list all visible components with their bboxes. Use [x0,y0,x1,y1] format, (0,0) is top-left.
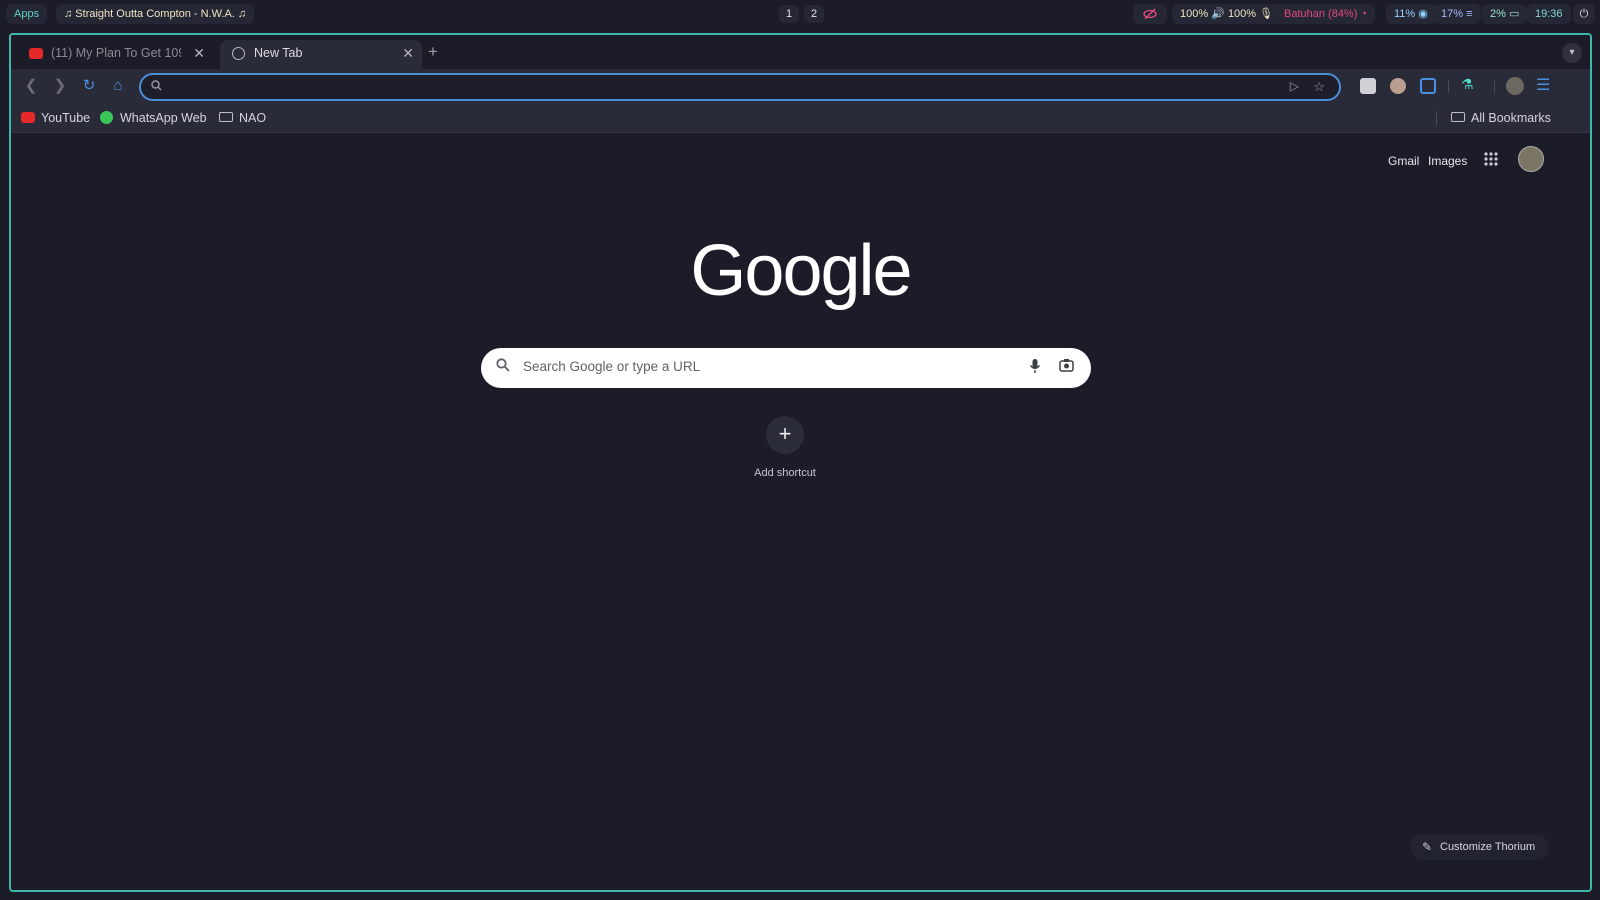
address-bar[interactable]: ▷ ☆ [139,73,1341,101]
tab-youtube[interactable]: (11) My Plan To Get 109 C ✕ [17,40,213,69]
extensions-puzzle-icon[interactable] [1420,78,1436,94]
bookmark-youtube[interactable]: YouTube [21,109,90,127]
new-tab-button[interactable]: + [428,42,438,62]
bookmark-star-icon[interactable]: ☆ [1313,79,1325,95]
close-tab-icon[interactable]: ✕ [402,40,414,67]
customize-label: Customize Thorium [1440,841,1536,853]
customize-thorium-button[interactable]: ✎ Customize Thorium [1410,834,1550,860]
back-button[interactable]: ❮ [21,76,41,96]
profile-avatar[interactable] [1506,77,1524,95]
cpu-indicator: 11% ◉ [1386,4,1436,24]
folder-icon [1451,112,1465,122]
google-apps-icon[interactable] [1481,149,1501,169]
microphone-icon[interactable] [1029,358,1041,378]
clock[interactable]: 19:36 [1527,4,1571,24]
pencil-icon: ✎ [1422,840,1433,854]
eye-off-icon[interactable] [1133,4,1167,24]
send-to-devices-icon[interactable]: ▷ [1290,79,1299,93]
bookmark-label: NAO [239,111,267,125]
battery-indicator: 2% ▭ [1482,4,1528,24]
workspace-1-button[interactable]: 1 [779,5,799,23]
workspace-2-button[interactable]: 2 [804,5,824,23]
browser-window: (11) My Plan To Get 109 C ✕ New Tab ✕ + … [9,33,1592,892]
tab-new-tab[interactable]: New Tab ✕ [220,40,422,69]
google-logo: Google [690,231,912,311]
whatsapp-icon [100,111,113,124]
search-placeholder[interactable]: Search Google or type a URL [523,359,700,374]
google-account-avatar[interactable] [1518,146,1544,172]
add-shortcut-label: Add shortcut [754,467,816,479]
browser-toolbar: ❮ ❯ ↻ ⌂ ▷ ☆ ⚗ ☰ [11,69,1590,103]
media-now-playing[interactable]: ♫ Straight Outta Compton - N.W.A. ♫ [56,4,255,24]
search-icon [496,358,510,376]
tab-search-button[interactable]: ▾ [1562,43,1582,63]
new-tab-page: Gmail Images Google Search Google or typ… [11,134,1590,890]
bookmarks-bar: YouTube WhatsApp Web NAO All Bookmarks [11,103,1590,133]
youtube-favicon-icon [29,48,43,59]
all-bookmarks-button[interactable]: All Bookmarks [1451,109,1551,127]
search-icon [151,80,162,94]
home-button[interactable]: ⌂ [108,76,128,96]
add-shortcut-button[interactable]: + [766,416,804,454]
tab-title: New Tab [254,46,303,60]
extension-icon[interactable] [1360,78,1376,94]
bookmark-whatsapp-web[interactable]: WhatsApp Web [100,109,207,127]
wifi-indicator[interactable]: Batuhan (84%) ◔ [1276,4,1376,24]
tab-strip: (11) My Plan To Get 109 C ✕ New Tab ✕ + … [11,35,1590,69]
bookmarks-divider [1436,111,1437,125]
chromium-favicon-icon [232,47,245,60]
gmail-link[interactable]: Gmail [1388,154,1419,168]
extension-avatar-icon[interactable] [1390,78,1406,94]
apps-launcher-button[interactable]: Apps [6,4,48,24]
bookmark-label: WhatsApp Web [120,111,207,125]
toolbar-divider [1448,80,1449,93]
reload-button[interactable]: ↻ [79,76,99,96]
toolbar-divider [1494,80,1495,93]
camera-lens-icon[interactable] [1059,358,1074,375]
system-top-bar: Apps ♫ Straight Outta Compton - N.W.A. ♫… [0,0,1600,28]
bookmark-label: All Bookmarks [1471,111,1551,125]
flask-icon[interactable]: ⚗ [1461,76,1474,93]
menu-icon[interactable]: ☰ [1536,75,1550,95]
bookmark-folder-nao[interactable]: NAO [219,109,266,127]
memory-indicator: 17% ≡ [1433,4,1481,24]
bookmark-label: YouTube [41,111,91,125]
volume-indicator[interactable]: 100% 🔊 100% 🎙 [1172,4,1282,24]
close-tab-icon[interactable]: ✕ [193,40,205,67]
youtube-icon [21,112,35,123]
images-link[interactable]: Images [1428,154,1467,168]
folder-icon [219,112,233,122]
power-icon[interactable]: ⏻ [1573,4,1595,24]
google-search-box[interactable]: Search Google or type a URL [481,348,1091,388]
forward-button[interactable]: ❯ [50,76,70,96]
tab-title: (11) My Plan To Get 109 C [51,46,181,60]
